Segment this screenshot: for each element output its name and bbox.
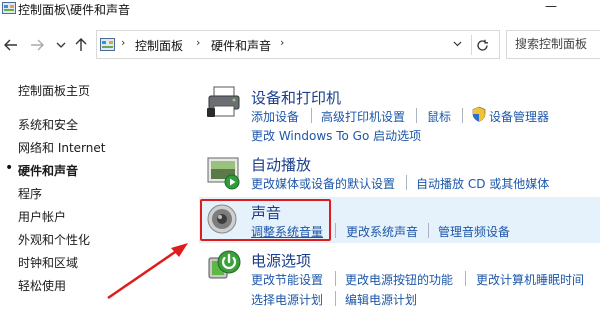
uac-shield-icon (472, 106, 486, 122)
link-mouse[interactable]: 鼠标 (427, 108, 451, 125)
nav-item-ease-of-access[interactable]: 轻松使用 (18, 277, 66, 294)
link-manage-audio-devices[interactable]: 管理音频设备 (438, 223, 510, 240)
up-arrow-icon (75, 38, 87, 51)
title-bar: 控制面板\硬件和声音 — (0, 0, 600, 26)
recent-locations-button[interactable] (52, 36, 70, 54)
link-change-sleep-time[interactable]: 更改计算机睡眠时间 (476, 271, 584, 288)
nav-item-system-security[interactable]: 系统和安全 (18, 116, 78, 133)
refresh-icon (477, 39, 488, 51)
right-arrow-icon (31, 39, 44, 51)
link-separator (462, 108, 463, 123)
nav-item-hardware-sound[interactable]: 硬件和声音 (18, 162, 78, 179)
link-separator (416, 108, 417, 123)
window-title: 控制面板\硬件和声音 (18, 3, 131, 17)
link-separator (335, 271, 336, 286)
category-title-power[interactable]: 电源选项 (251, 250, 311, 271)
category-title-autoplay[interactable]: 自动播放 (251, 154, 311, 175)
breadcrumb-chevron-icon[interactable]: › (196, 36, 200, 49)
link-windows-to-go[interactable]: 更改 Windows To Go 启动选项 (251, 127, 421, 144)
nav-item-clock-region[interactable]: 时钟和区域 (18, 254, 78, 271)
annotation-highlight-box (200, 199, 331, 241)
printer-icon (207, 86, 240, 117)
link-device-manager[interactable]: 设备管理器 (489, 108, 549, 125)
address-dropdown-icon[interactable] (453, 37, 462, 50)
breadcrumb-chevron-icon[interactable]: › (280, 36, 284, 49)
breadcrumb-chevron-icon[interactable]: › (121, 36, 125, 49)
nav-item-appearance[interactable]: 外观和个性化 (18, 231, 90, 248)
link-advanced-printer-settings[interactable]: 高级打印机设置 (321, 108, 405, 125)
breadcrumb-hardware-sound[interactable]: 硬件和声音 (211, 37, 271, 54)
forward-button[interactable] (28, 36, 46, 54)
link-separator (335, 291, 336, 306)
address-bar[interactable]: › 控制面板 › 硬件和声音 › (96, 30, 500, 59)
category-title-devices[interactable]: 设备和打印机 (251, 87, 341, 108)
nav-item-user-accounts[interactable]: 用户帐户 (18, 208, 66, 225)
link-autoplay-cd[interactable]: 自动播放 CD 或其他媒体 (416, 175, 549, 192)
search-input[interactable] (515, 37, 600, 51)
nav-item-programs[interactable]: 程序 (18, 185, 42, 202)
link-separator (311, 108, 312, 123)
link-separator (335, 223, 336, 238)
link-change-media-defaults[interactable]: 更改媒体或设备的默认设置 (251, 175, 395, 192)
link-edit-power-plan[interactable]: 编辑电源计划 (345, 291, 417, 308)
chevron-down-icon (56, 42, 66, 48)
link-separator (428, 223, 429, 238)
autoplay-icon (207, 157, 240, 190)
back-button[interactable] (2, 36, 20, 54)
link-change-system-sounds[interactable]: 更改系统声音 (346, 223, 418, 240)
power-options-icon (208, 250, 241, 279)
up-button[interactable] (72, 36, 90, 54)
left-arrow-icon (4, 39, 17, 51)
link-choose-power-plan[interactable]: 选择电源计划 (251, 291, 323, 308)
link-change-power-buttons[interactable]: 更改电源按钮的功能 (345, 271, 453, 288)
breadcrumb-control-panel[interactable]: 控制面板 (135, 37, 183, 54)
refresh-button[interactable] (471, 35, 493, 55)
link-separator (465, 271, 466, 286)
active-bullet-icon: • (5, 160, 14, 176)
nav-item-network[interactable]: 网络和 Internet (18, 139, 105, 156)
search-box[interactable] (506, 30, 600, 59)
control-panel-icon (100, 38, 115, 51)
minimize-button[interactable]: — (545, 0, 557, 13)
link-change-power-saving[interactable]: 更改节能设置 (251, 271, 323, 288)
control-panel-icon (2, 2, 16, 14)
nav-item-home[interactable]: 控制面板主页 (18, 82, 90, 99)
link-separator (406, 175, 407, 190)
link-add-device[interactable]: 添加设备 (251, 108, 299, 125)
